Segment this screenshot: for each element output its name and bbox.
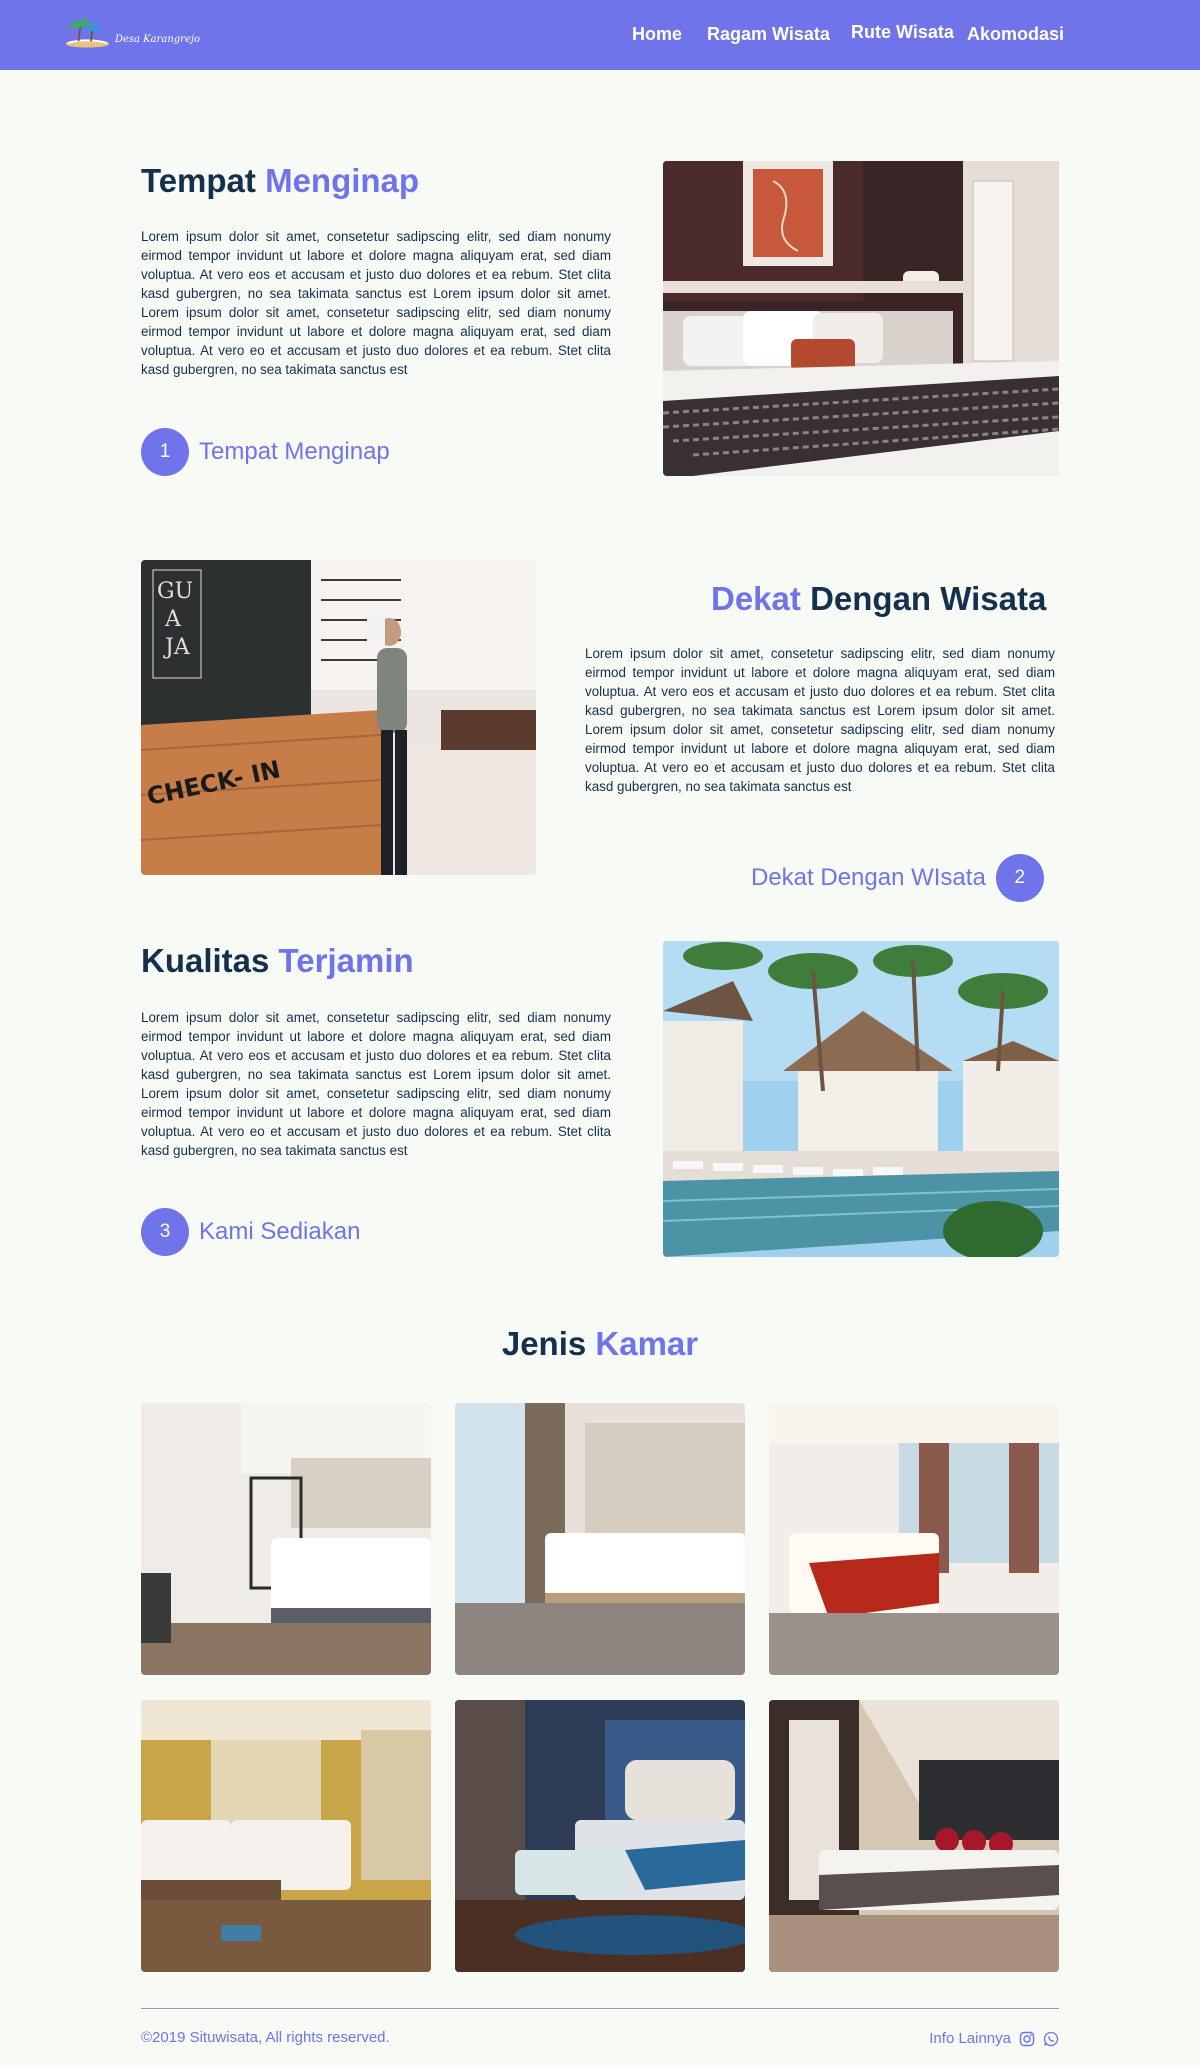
footer-copyright: ©2019 Situwisata, All rights reserved.: [141, 2029, 390, 2046]
section-title-tempat-menginap: Tempat Menginap: [141, 162, 419, 200]
whatsapp-icon[interactable]: [1043, 2031, 1059, 2047]
badge-number: 3: [141, 1208, 189, 1256]
section-description: Lorem ipsum dolor sit amet, consetetur s…: [141, 1010, 611, 1158]
villa-pool-photo: [663, 941, 1059, 1257]
logo-text: Desa Karangrejo: [114, 33, 200, 45]
title-plain: Dengan Wisata: [810, 580, 1047, 617]
room-photo-6[interactable]: [769, 1700, 1059, 1972]
title-accent: Kamar: [595, 1325, 699, 1362]
nav-akomodasi[interactable]: Akomodasi: [967, 24, 1064, 45]
nav-home[interactable]: Home: [632, 24, 682, 45]
section-title-dekat-dengan-wisata: Dekat Dengan Wisata: [711, 580, 1046, 618]
svg-text:A: A: [164, 607, 182, 632]
footer-links: Info Lainnya: [929, 2030, 1059, 2047]
check-in-desk-photo: GU A JA CHECK- IN: [141, 560, 536, 875]
hotel-bedroom-photo: [663, 161, 1059, 476]
title-accent: Menginap: [265, 162, 420, 199]
top-navbar: Desa Karangrejo Home Ragam Wisata Rute W…: [0, 0, 1200, 70]
feature-badge-2[interactable]: Dekat Dengan WIsata 2: [751, 854, 1044, 902]
badge-label: Tempat Menginap: [199, 438, 390, 465]
title-accent: Dekat: [711, 580, 801, 617]
section-description: Lorem ipsum dolor sit amet, consetetur s…: [585, 646, 1055, 794]
svg-text:GU: GU: [157, 579, 193, 604]
rooms-section-title: Jenis Kamar: [0, 1325, 1200, 1363]
palm-tree-logo-icon: [65, 17, 110, 48]
title-plain: Jenis: [501, 1325, 587, 1362]
footer-divider: [141, 2008, 1059, 2009]
badge-label: Kami Sediakan: [199, 1218, 361, 1245]
title-accent: Terjamin: [278, 942, 414, 979]
badge-number: 1: [141, 428, 189, 476]
nav-ragam-wisata[interactable]: Ragam Wisata: [707, 24, 830, 45]
info-lainnya-link[interactable]: Info Lainnya: [929, 2030, 1011, 2047]
section-description: Lorem ipsum dolor sit amet, consetetur s…: [141, 229, 611, 377]
room-photo-3[interactable]: [769, 1403, 1059, 1675]
title-plain: Kualitas: [141, 942, 270, 979]
room-photo-1[interactable]: [141, 1403, 431, 1675]
svg-text:JA: JA: [163, 635, 191, 660]
title-plain: Tempat: [141, 162, 256, 199]
section-title-kualitas-terjamin: Kualitas Terjamin: [141, 942, 414, 980]
feature-badge-1[interactable]: 1 Tempat Menginap: [141, 428, 390, 476]
badge-label: Dekat Dengan WIsata: [751, 864, 986, 891]
room-photo-4[interactable]: [141, 1700, 431, 1972]
room-photo-5[interactable]: [455, 1700, 745, 1972]
nav-rute-wisata[interactable]: Rute Wisata: [851, 22, 954, 43]
feature-badge-3[interactable]: 3 Kami Sediakan: [141, 1208, 360, 1256]
room-photo-2[interactable]: [455, 1403, 745, 1675]
site-logo[interactable]: Desa Karangrejo: [64, 14, 200, 54]
badge-number: 2: [995, 854, 1044, 902]
instagram-icon[interactable]: [1019, 2031, 1035, 2047]
